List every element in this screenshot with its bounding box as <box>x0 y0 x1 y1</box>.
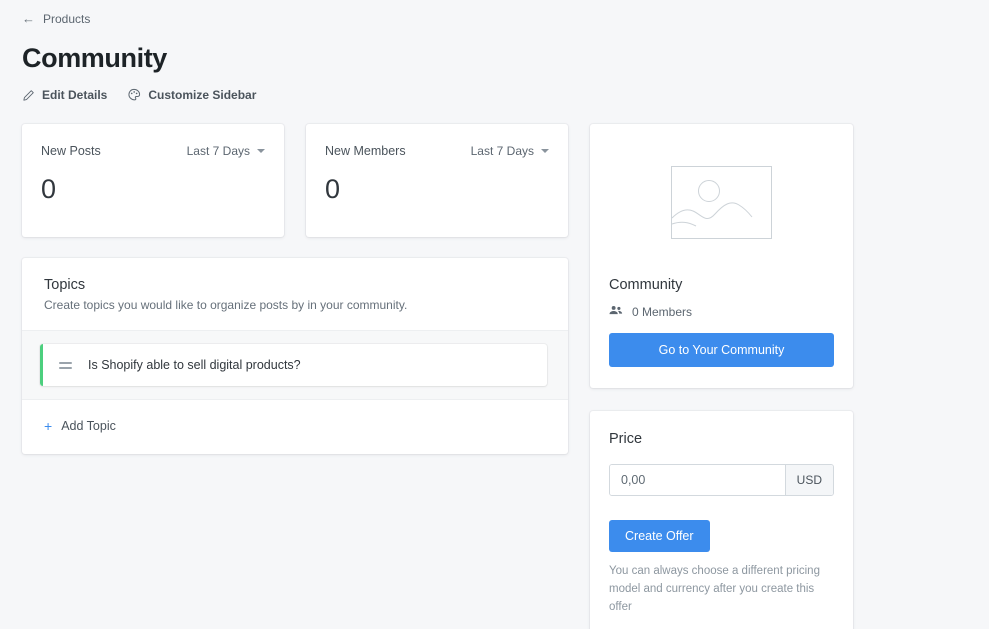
topic-name: Is Shopify able to sell digital products… <box>88 358 301 372</box>
content-area: New Posts Last 7 Days 0 New Members Last… <box>0 102 989 629</box>
customize-sidebar-button[interactable]: Customize Sidebar <box>127 88 256 102</box>
chevron-down-icon <box>541 149 549 153</box>
edit-details-button[interactable]: Edit Details <box>22 88 107 102</box>
currency-selector[interactable]: USD <box>785 465 833 495</box>
stat-value: 0 <box>325 174 549 205</box>
price-input[interactable] <box>610 465 785 495</box>
stat-card-row: New Posts Last 7 Days 0 New Members Last… <box>22 124 568 237</box>
chevron-down-icon <box>257 149 265 153</box>
stat-label: New Members <box>325 144 406 158</box>
sidebar-column: Community 0 Members Go to Your Community <box>590 124 853 629</box>
topics-list: Is Shopify able to sell digital products… <box>22 330 568 400</box>
breadcrumb-label: Products <box>43 12 90 26</box>
palette-icon <box>127 88 141 102</box>
price-title: Price <box>609 431 834 447</box>
plus-icon: + <box>44 419 52 433</box>
stat-card-header: New Members Last 7 Days <box>325 144 549 158</box>
page-root: ← Products Community Edit Details <box>0 0 989 629</box>
community-thumbnail <box>609 144 834 277</box>
header-actions: Edit Details Customize Sidebar <box>22 88 989 102</box>
customize-sidebar-label: Customize Sidebar <box>148 88 256 102</box>
community-name: Community <box>609 277 834 293</box>
stat-card-new-members: New Members Last 7 Days 0 <box>306 124 568 237</box>
add-topic-label: Add Topic <box>61 419 116 433</box>
topics-subtitle: Create topics you would like to organize… <box>44 298 546 312</box>
drag-handle-icon[interactable] <box>59 360 72 371</box>
topics-title: Topics <box>44 277 546 293</box>
stat-range-selector[interactable]: Last 7 Days <box>471 144 549 158</box>
page-header: ← Products Community Edit Details <box>0 0 989 102</box>
topic-list-item[interactable]: Is Shopify able to sell digital products… <box>40 344 547 386</box>
topics-card: Topics Create topics you would like to o… <box>22 258 568 454</box>
stat-value: 0 <box>41 174 265 205</box>
arrow-left-icon: ← <box>22 12 35 25</box>
image-placeholder-icon <box>671 166 772 244</box>
price-card: Price USD Create Offer You can always ch… <box>590 411 853 629</box>
topic-content: Is Shopify able to sell digital products… <box>43 344 547 386</box>
community-members: 0 Members <box>609 305 834 319</box>
members-count-label: 0 Members <box>632 305 692 319</box>
stat-card-header: New Posts Last 7 Days <box>41 144 265 158</box>
pencil-icon <box>22 89 35 102</box>
page-title: Community <box>22 43 989 74</box>
go-to-community-button[interactable]: Go to Your Community <box>609 333 834 367</box>
add-topic-button[interactable]: + Add Topic <box>44 419 116 433</box>
breadcrumb-back-products[interactable]: ← Products <box>22 12 90 26</box>
stat-range-label: Last 7 Days <box>471 144 534 158</box>
stat-card-new-posts: New Posts Last 7 Days 0 <box>22 124 284 237</box>
edit-details-label: Edit Details <box>42 88 107 102</box>
stat-range-selector[interactable]: Last 7 Days <box>187 144 265 158</box>
create-offer-button[interactable]: Create Offer <box>609 520 710 552</box>
stat-range-label: Last 7 Days <box>187 144 250 158</box>
stat-label: New Posts <box>41 144 101 158</box>
price-field-group: USD <box>609 464 834 496</box>
main-column: New Posts Last 7 Days 0 New Members Last… <box>22 124 568 454</box>
topics-header: Topics Create topics you would like to o… <box>22 258 568 330</box>
price-helper-text: You can always choose a different pricin… <box>609 563 834 616</box>
members-icon <box>609 305 623 319</box>
community-summary-card: Community 0 Members Go to Your Community <box>590 124 853 388</box>
topics-footer: + Add Topic <box>22 400 568 454</box>
